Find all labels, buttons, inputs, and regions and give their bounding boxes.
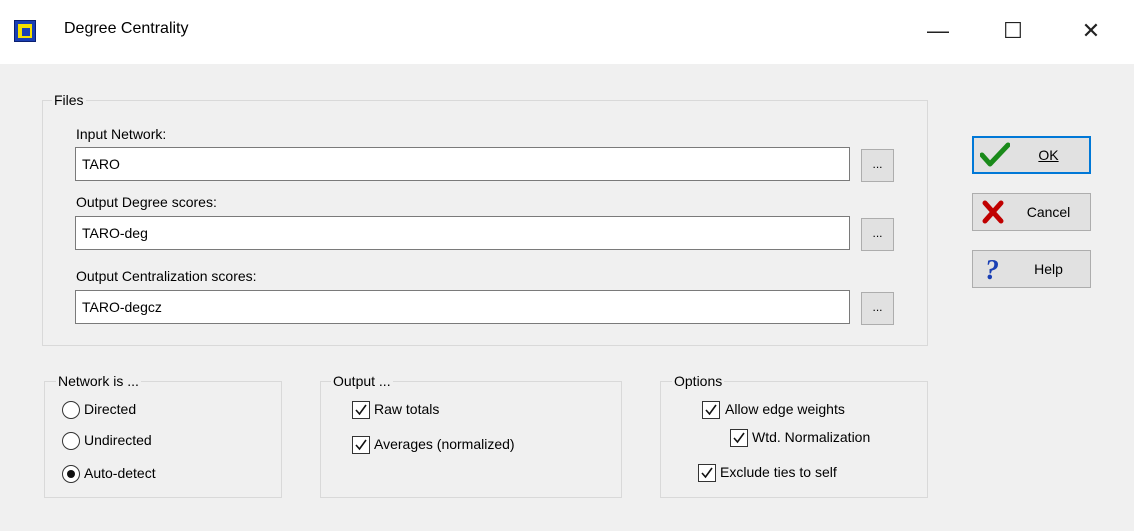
auto-detect-radio[interactable] [62,465,80,483]
browse-degree-button[interactable]: ... [861,218,894,251]
window-title: Degree Centrality [64,20,189,37]
maximize-button[interactable]: ☐ [990,14,1036,48]
averages-label: Averages (normalized) [374,436,515,452]
exclude-ties-label: Exclude ties to self [720,464,837,480]
ok-label: OK [1038,147,1059,163]
exclude-ties-checkbox[interactable] [698,464,716,482]
app-icon[interactable] [14,20,36,42]
cancel-label: Cancel [1026,204,1071,220]
undirected-radio[interactable] [62,432,80,450]
cancel-button[interactable]: Cancel [972,193,1091,231]
output-degree-label: Output Degree scores: [76,194,217,210]
checkmark-icon [355,404,367,416]
allow-edge-weights-checkbox[interactable] [702,401,720,419]
output-centralization-label: Output Centralization scores: [76,268,257,284]
output-centralization-field[interactable]: TARO-degcz [75,290,850,324]
output-degree-field[interactable]: TARO-deg [75,216,850,250]
checkmark-icon [733,432,745,444]
network-legend: Network is ... [56,373,141,389]
auto-detect-label: Auto-detect [84,465,156,481]
input-network-label: Input Network: [76,126,167,142]
browse-input-button[interactable]: ... [861,149,894,182]
ok-button[interactable]: OK [972,136,1091,174]
help-button[interactable]: ? Help [972,250,1091,288]
output-legend: Output ... [331,373,393,389]
wtd-normalization-label: Wtd. Normalization [752,429,871,445]
help-label: Help [1034,261,1063,277]
directed-label: Directed [84,401,137,417]
averages-checkbox[interactable] [352,436,370,454]
undirected-label: Undirected [84,432,152,448]
raw-totals-label: Raw totals [374,401,440,417]
browse-centralization-button[interactable]: ... [861,292,894,325]
checkmark-icon [355,439,367,451]
options-legend: Options [672,373,725,389]
checkmark-icon [705,404,717,416]
raw-totals-checkbox[interactable] [352,401,370,419]
directed-radio[interactable] [62,401,80,419]
allow-edge-weights-label: Allow edge weights [725,401,845,417]
files-legend: Files [52,92,86,108]
wtd-normalization-checkbox[interactable] [730,429,748,447]
input-network-field[interactable]: TARO [75,147,850,181]
minimize-button[interactable]: — [915,14,961,48]
checkmark-icon [701,467,713,479]
close-button[interactable]: ✕ [1068,14,1114,48]
